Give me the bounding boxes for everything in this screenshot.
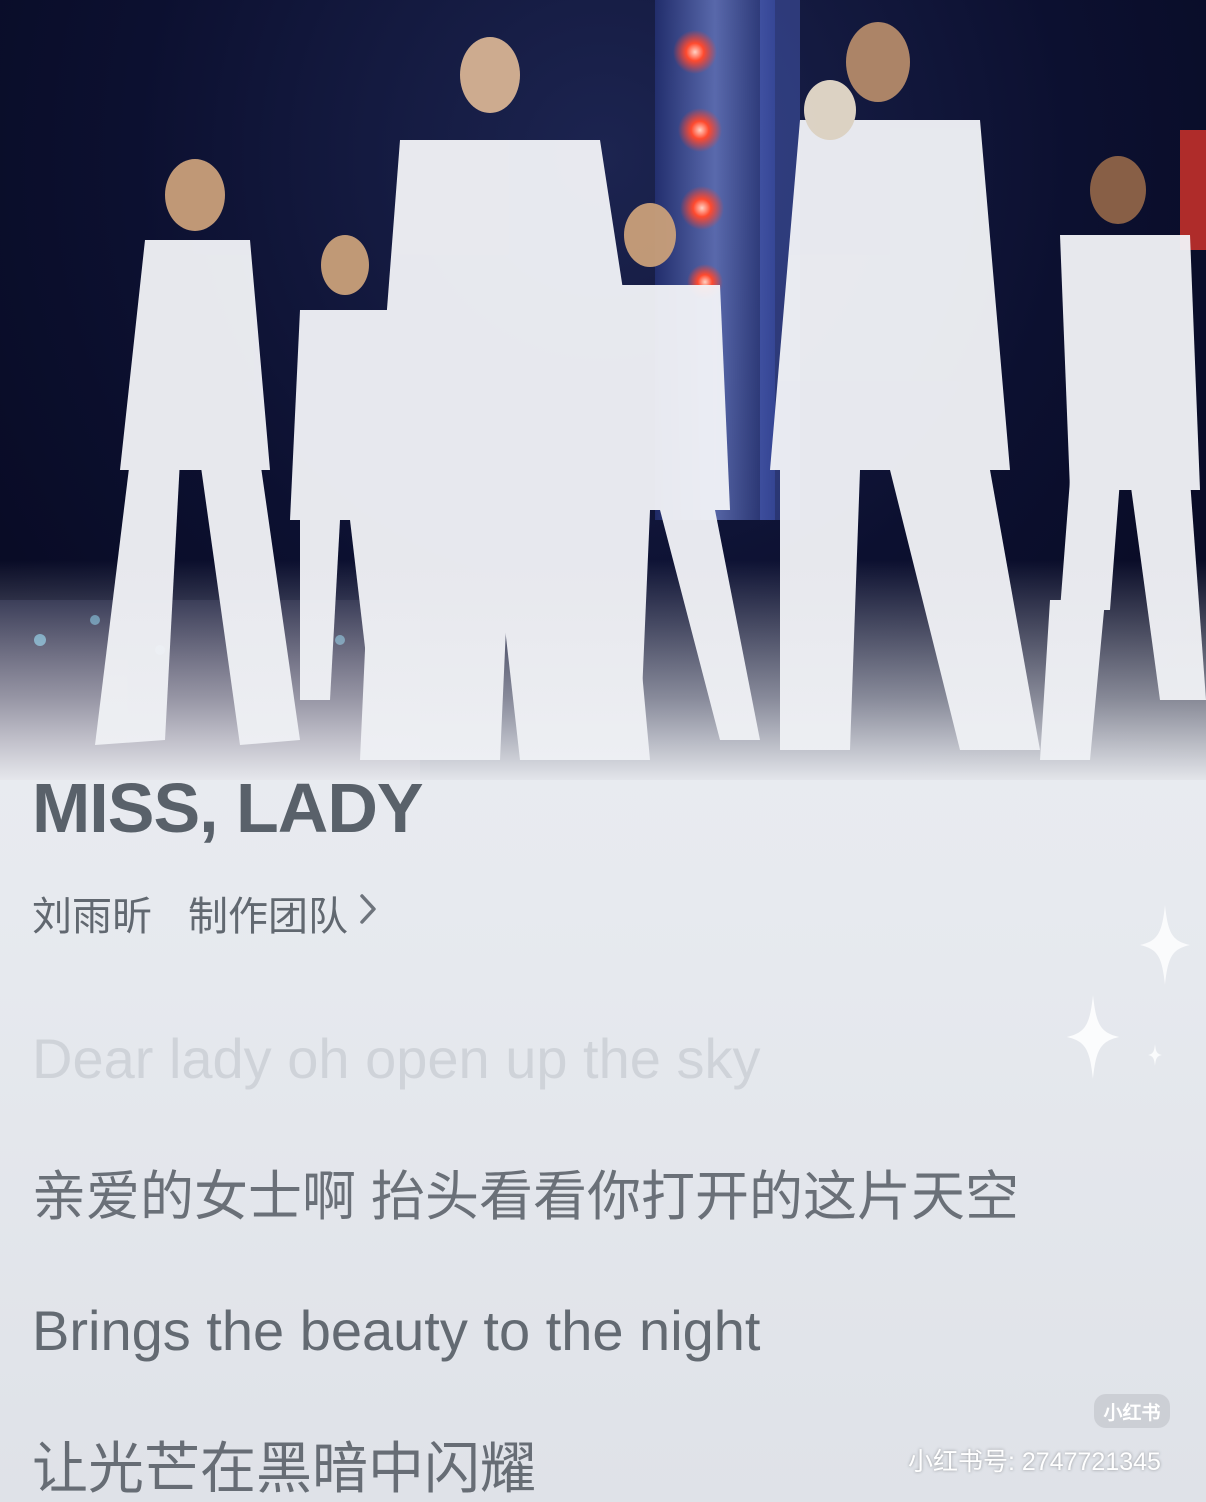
cover-fade-overlay [0, 560, 1206, 780]
production-team-link[interactable]: 制作团队 [188, 884, 378, 942]
music-player-screen: MISS, LADY 刘雨昕 制作团队 Dear lady oh open up… [0, 0, 1206, 1502]
chevron-right-icon [358, 891, 378, 936]
song-credits: 刘雨昕 制作团队 [32, 884, 378, 942]
sparkle-icon [1140, 905, 1190, 985]
lyric-line[interactable]: 让光芒在黑暗中闪耀 [32, 1424, 536, 1502]
production-team-label: 制作团队 [188, 895, 348, 939]
artist-name[interactable]: 刘雨昕 [32, 884, 152, 942]
watermark-id: 小红书号: 2747721345 [908, 1448, 1161, 1476]
sparkle-icon [1066, 995, 1120, 1079]
lyric-line[interactable]: Dear lady oh open up the sky [32, 1026, 760, 1091]
song-title: MISS, LADY [32, 769, 424, 847]
sparkle-icon [1148, 1044, 1162, 1066]
album-cover-image [0, 0, 1206, 780]
lyric-line-current[interactable]: Brings the beauty to the night [32, 1298, 761, 1363]
xiaohongshu-logo: 小红书 [1094, 1394, 1170, 1428]
lyric-line[interactable]: 亲爱的女士啊 抬头看看你打开的这片天空 [32, 1152, 1019, 1231]
